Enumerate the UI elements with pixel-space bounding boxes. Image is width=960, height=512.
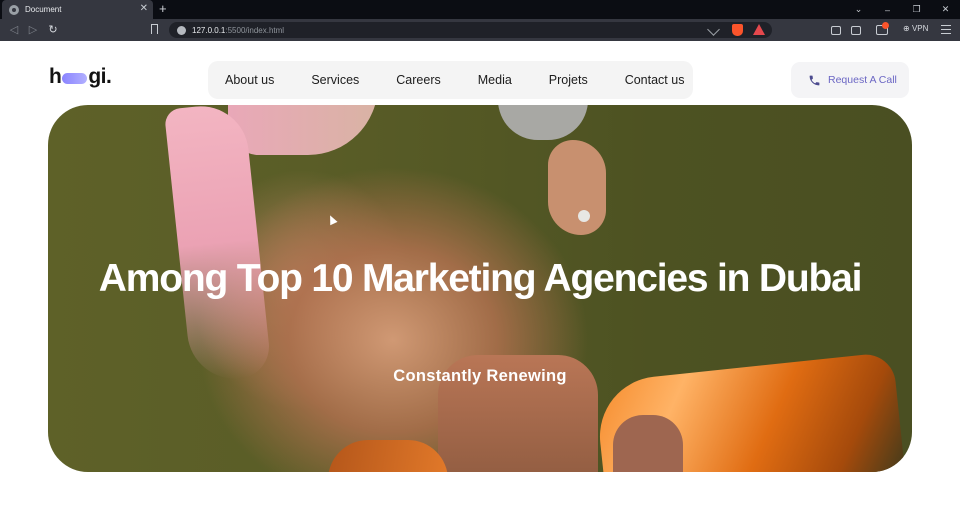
minimize-button[interactable]: – <box>873 0 902 19</box>
ear-shape <box>548 140 606 235</box>
logo-text-right: gi. <box>88 65 112 88</box>
jacket-collar-shape <box>328 440 448 472</box>
request-call-label: Request A Call <box>828 74 897 86</box>
page: h gi. About us Services Careers Media Pr… <box>0 41 960 512</box>
phone-icon <box>809 75 820 85</box>
brave-shields-icon[interactable] <box>732 24 743 36</box>
restore-button[interactable]: ❐ <box>902 0 931 19</box>
logo[interactable]: h gi. <box>49 65 112 88</box>
sidebar-icon[interactable] <box>851 26 861 35</box>
close-window-button[interactable]: ✕ <box>931 0 960 19</box>
tab-close-icon[interactable]: ✕ <box>140 4 148 14</box>
hair-shape <box>228 105 378 155</box>
new-tab-button[interactable]: + <box>159 2 167 16</box>
address-bar[interactable]: 127.0.0.1:5500/index.html <box>169 22 772 38</box>
nav-item-contact-us[interactable]: Contact us <box>625 73 685 87</box>
nav-item-projets[interactable]: Projets <box>549 73 588 87</box>
nav-item-media[interactable]: Media <box>478 73 512 87</box>
forward-icon[interactable]: ▷ <box>26 23 40 37</box>
logo-text-left: h <box>49 65 62 88</box>
share-icon[interactable] <box>707 23 720 36</box>
request-call-button[interactable]: Request A Call <box>791 62 909 98</box>
hero-subtitle: Constantly Renewing <box>393 367 567 385</box>
browser-tab-strip: Document ✕ + ⌄ – ❐ ✕ <box>0 0 960 19</box>
nav-item-about-us[interactable]: About us <box>225 73 274 87</box>
earring-shape <box>578 210 590 222</box>
browser-tab[interactable]: Document ✕ <box>2 0 153 19</box>
hero-banner: Among Top 10 Marketing Agencies in Dubai… <box>48 105 912 472</box>
menu-icon[interactable] <box>941 25 951 34</box>
tab-search-button[interactable]: ⌄ <box>844 0 873 19</box>
main-nav: About us Services Careers Media Projets … <box>208 61 693 99</box>
extensions-icon[interactable] <box>831 26 841 35</box>
vpn-label: VPN <box>911 24 929 33</box>
globe-icon <box>9 4 19 15</box>
url-host: 127.0.0.1 <box>192 25 226 35</box>
brave-rewards-icon[interactable] <box>753 24 765 35</box>
hero-title: Among Top 10 Marketing Agencies in Dubai <box>98 257 863 300</box>
url-path: :5500/index.html <box>225 25 285 35</box>
nav-item-careers[interactable]: Careers <box>396 73 440 87</box>
vpn-button[interactable]: ⊕ VPN <box>903 24 928 33</box>
bookmark-icon[interactable] <box>151 24 158 34</box>
site-info-icon[interactable] <box>177 25 186 35</box>
reload-icon[interactable]: ↻ <box>46 23 60 37</box>
notification-dot <box>882 22 889 29</box>
window-controls: ⌄ – ❐ ✕ <box>844 0 960 19</box>
url-text[interactable]: 127.0.0.1:5500/index.html <box>192 26 284 35</box>
silver-hair-shape <box>498 105 588 140</box>
hand-shape <box>613 415 683 472</box>
logo-pill-icon <box>62 73 88 84</box>
nav-item-services[interactable]: Services <box>311 73 359 87</box>
back-icon[interactable]: ◁ <box>7 23 21 37</box>
tab-title: Document <box>25 5 62 14</box>
browser-toolbar: ◁ ▷ ↻ 127.0.0.1:5500/index.html ⊕ VPN <box>0 19 960 41</box>
